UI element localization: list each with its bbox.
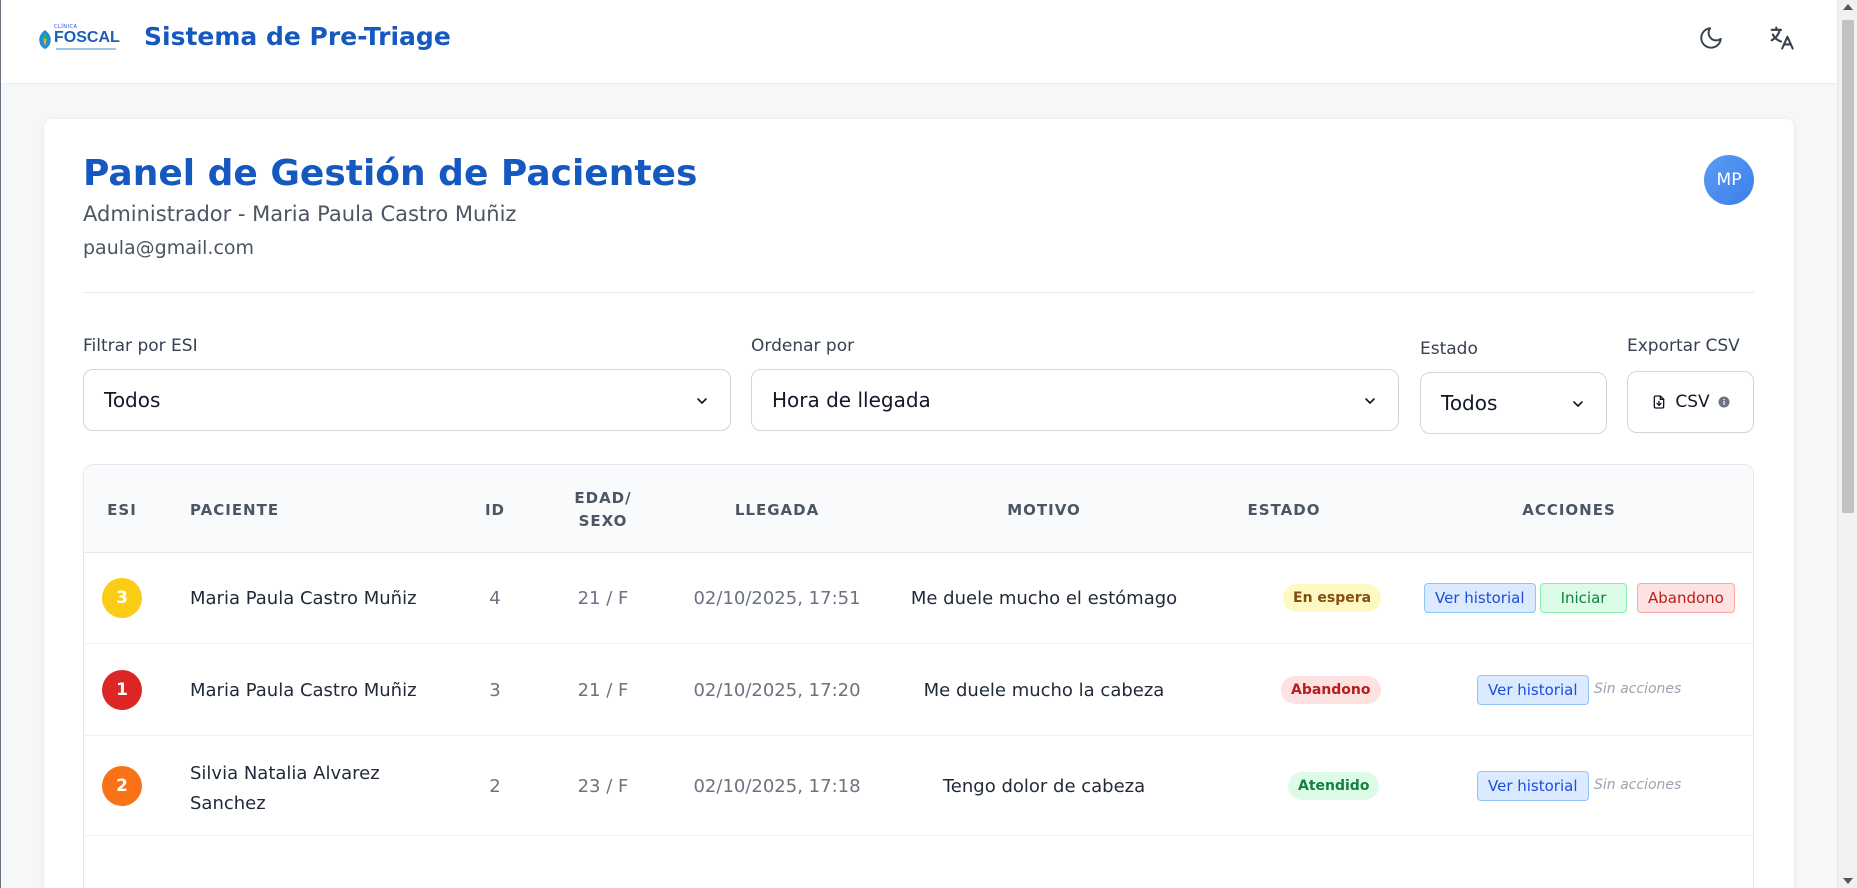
page-scrollbar[interactable]: [1837, 0, 1857, 888]
visit-reason: Me duele mucho la cabeza: [923, 680, 1165, 701]
patients-table: ESI PACIENTE ID EDAD/ SEXO LLEGADA MOTIV…: [83, 464, 1754, 888]
view-history-button[interactable]: Ver historial: [1477, 771, 1589, 801]
app-title: Sistema de Pre-Triage: [144, 22, 451, 51]
foscal-logo[interactable]: CLÍNICA FOSCAL: [34, 24, 124, 54]
no-actions-text: Sin acciones: [1594, 681, 1682, 697]
column-header-arrival[interactable]: LLEGADA: [702, 501, 852, 519]
table-header: ESI PACIENTE ID EDAD/ SEXO LLEGADA MOTIV…: [84, 465, 1753, 553]
user-role-name: Administrador - Maria Paula Castro Muñiz: [83, 202, 517, 226]
abandon-button[interactable]: Abandono: [1637, 583, 1735, 613]
table-row[interactable]: 2 Silvia Natalia Alvarez Sanchez 2 23 / …: [84, 736, 1753, 836]
column-header-id[interactable]: ID: [480, 501, 510, 519]
column-header-age: EDAD/: [574, 489, 632, 507]
scroll-up-icon[interactable]: [1843, 4, 1853, 10]
esi-level-badge: 2: [102, 766, 142, 806]
esi-filter-value: Todos: [104, 388, 161, 412]
order-by-value: Hora de llegada: [772, 388, 931, 412]
arrival-time: 02/10/2025, 17:51: [693, 588, 861, 609]
column-header-actions: ACCIONES: [1522, 501, 1616, 519]
table-row[interactable]: 3 Maria Paula Castro Muñiz 4 21 / F 02/1…: [84, 553, 1753, 644]
column-header-sex: SEXO: [578, 512, 628, 530]
patient-id: 4: [489, 588, 501, 609]
patient-age-sex: 21 / F: [577, 680, 629, 701]
patient-name-line-1: Silvia Natalia Alvarez: [190, 763, 380, 784]
moon-icon: [1700, 27, 1722, 49]
patient-name: Maria Paula Castro Muñiz: [190, 680, 417, 701]
language-toggle[interactable]: [1765, 22, 1797, 54]
start-button[interactable]: Iniciar: [1540, 583, 1627, 613]
view-history-button[interactable]: Ver historial: [1477, 675, 1589, 705]
translate-icon: [1770, 26, 1794, 50]
chevron-down-icon: [1365, 398, 1375, 404]
patient-id: 2: [489, 776, 501, 797]
patient-age-sex: 21 / F: [577, 588, 629, 609]
divider: [83, 292, 1754, 293]
arrival-time: 02/10/2025, 17:20: [693, 680, 861, 701]
esi-level-badge: 3: [102, 578, 142, 618]
esi-filter-select[interactable]: Todos: [83, 369, 731, 431]
top-bar: CLÍNICA FOSCAL Sistema de Pre-Triage: [1, 0, 1837, 84]
esi-filter-label: Filtrar por ESI: [83, 336, 198, 356]
dark-mode-toggle[interactable]: [1695, 22, 1727, 54]
status-filter-label: Estado: [1420, 339, 1478, 359]
status-filter-select[interactable]: Todos: [1420, 372, 1607, 434]
scroll-thumb[interactable]: [1842, 20, 1854, 513]
table-row[interactable]: 1 Maria Paula Castro Muñiz 3 21 / F 02/1…: [84, 644, 1753, 736]
column-header-esi[interactable]: ESI: [102, 501, 142, 519]
no-actions-text: Sin acciones: [1594, 777, 1682, 793]
order-by-select[interactable]: Hora de llegada: [751, 369, 1399, 431]
page-title: Panel de Gestión de Pacientes: [83, 153, 698, 194]
status-badge: Atendido: [1288, 772, 1380, 800]
patient-name: Maria Paula Castro Muñiz: [190, 588, 417, 609]
export-csv-button-label: CSV: [1675, 392, 1710, 412]
logo-underline: [56, 48, 116, 50]
status-badge: En espera: [1283, 584, 1382, 612]
patient-id: 3: [489, 680, 501, 701]
visit-reason: Tengo dolor de cabeza: [942, 776, 1146, 797]
column-header-age-sex[interactable]: EDAD/ SEXO: [563, 489, 643, 530]
chevron-down-icon: [1573, 401, 1583, 407]
patient-name: Silvia Natalia Alvarez Sanchez: [190, 759, 380, 819]
column-header-status[interactable]: ESTADO: [1224, 501, 1344, 519]
view-history-button[interactable]: Ver historial: [1424, 583, 1536, 613]
status-filter-value: Todos: [1441, 391, 1498, 415]
window-edge: [0, 0, 1, 888]
patient-name-line-2: Sanchez: [190, 793, 266, 814]
export-csv-label: Exportar CSV: [1627, 336, 1740, 356]
logo-brand-text: FOSCAL: [54, 29, 120, 46]
column-header-patient[interactable]: PACIENTE: [190, 501, 279, 519]
column-header-reason[interactable]: MOTIVO: [974, 501, 1114, 519]
user-email: paula@gmail.com: [83, 237, 255, 259]
file-download-icon: [1654, 395, 1665, 409]
info-icon: [1718, 396, 1730, 408]
logo-mark-icon: [39, 30, 51, 49]
avatar[interactable]: MP: [1704, 155, 1754, 205]
visit-reason: Me duele mucho el estómago: [910, 588, 1178, 609]
status-badge: Abandono: [1281, 676, 1381, 704]
scroll-down-icon[interactable]: [1843, 878, 1853, 884]
export-csv-button[interactable]: CSV: [1627, 371, 1754, 433]
order-by-label: Ordenar por: [751, 336, 855, 356]
patient-age-sex: 23 / F: [577, 776, 629, 797]
arrival-time: 02/10/2025, 17:18: [693, 776, 861, 797]
patient-panel-card: Panel de Gestión de Pacientes Administra…: [44, 119, 1794, 888]
esi-level-badge: 1: [102, 670, 142, 710]
chevron-down-icon: [697, 398, 707, 404]
